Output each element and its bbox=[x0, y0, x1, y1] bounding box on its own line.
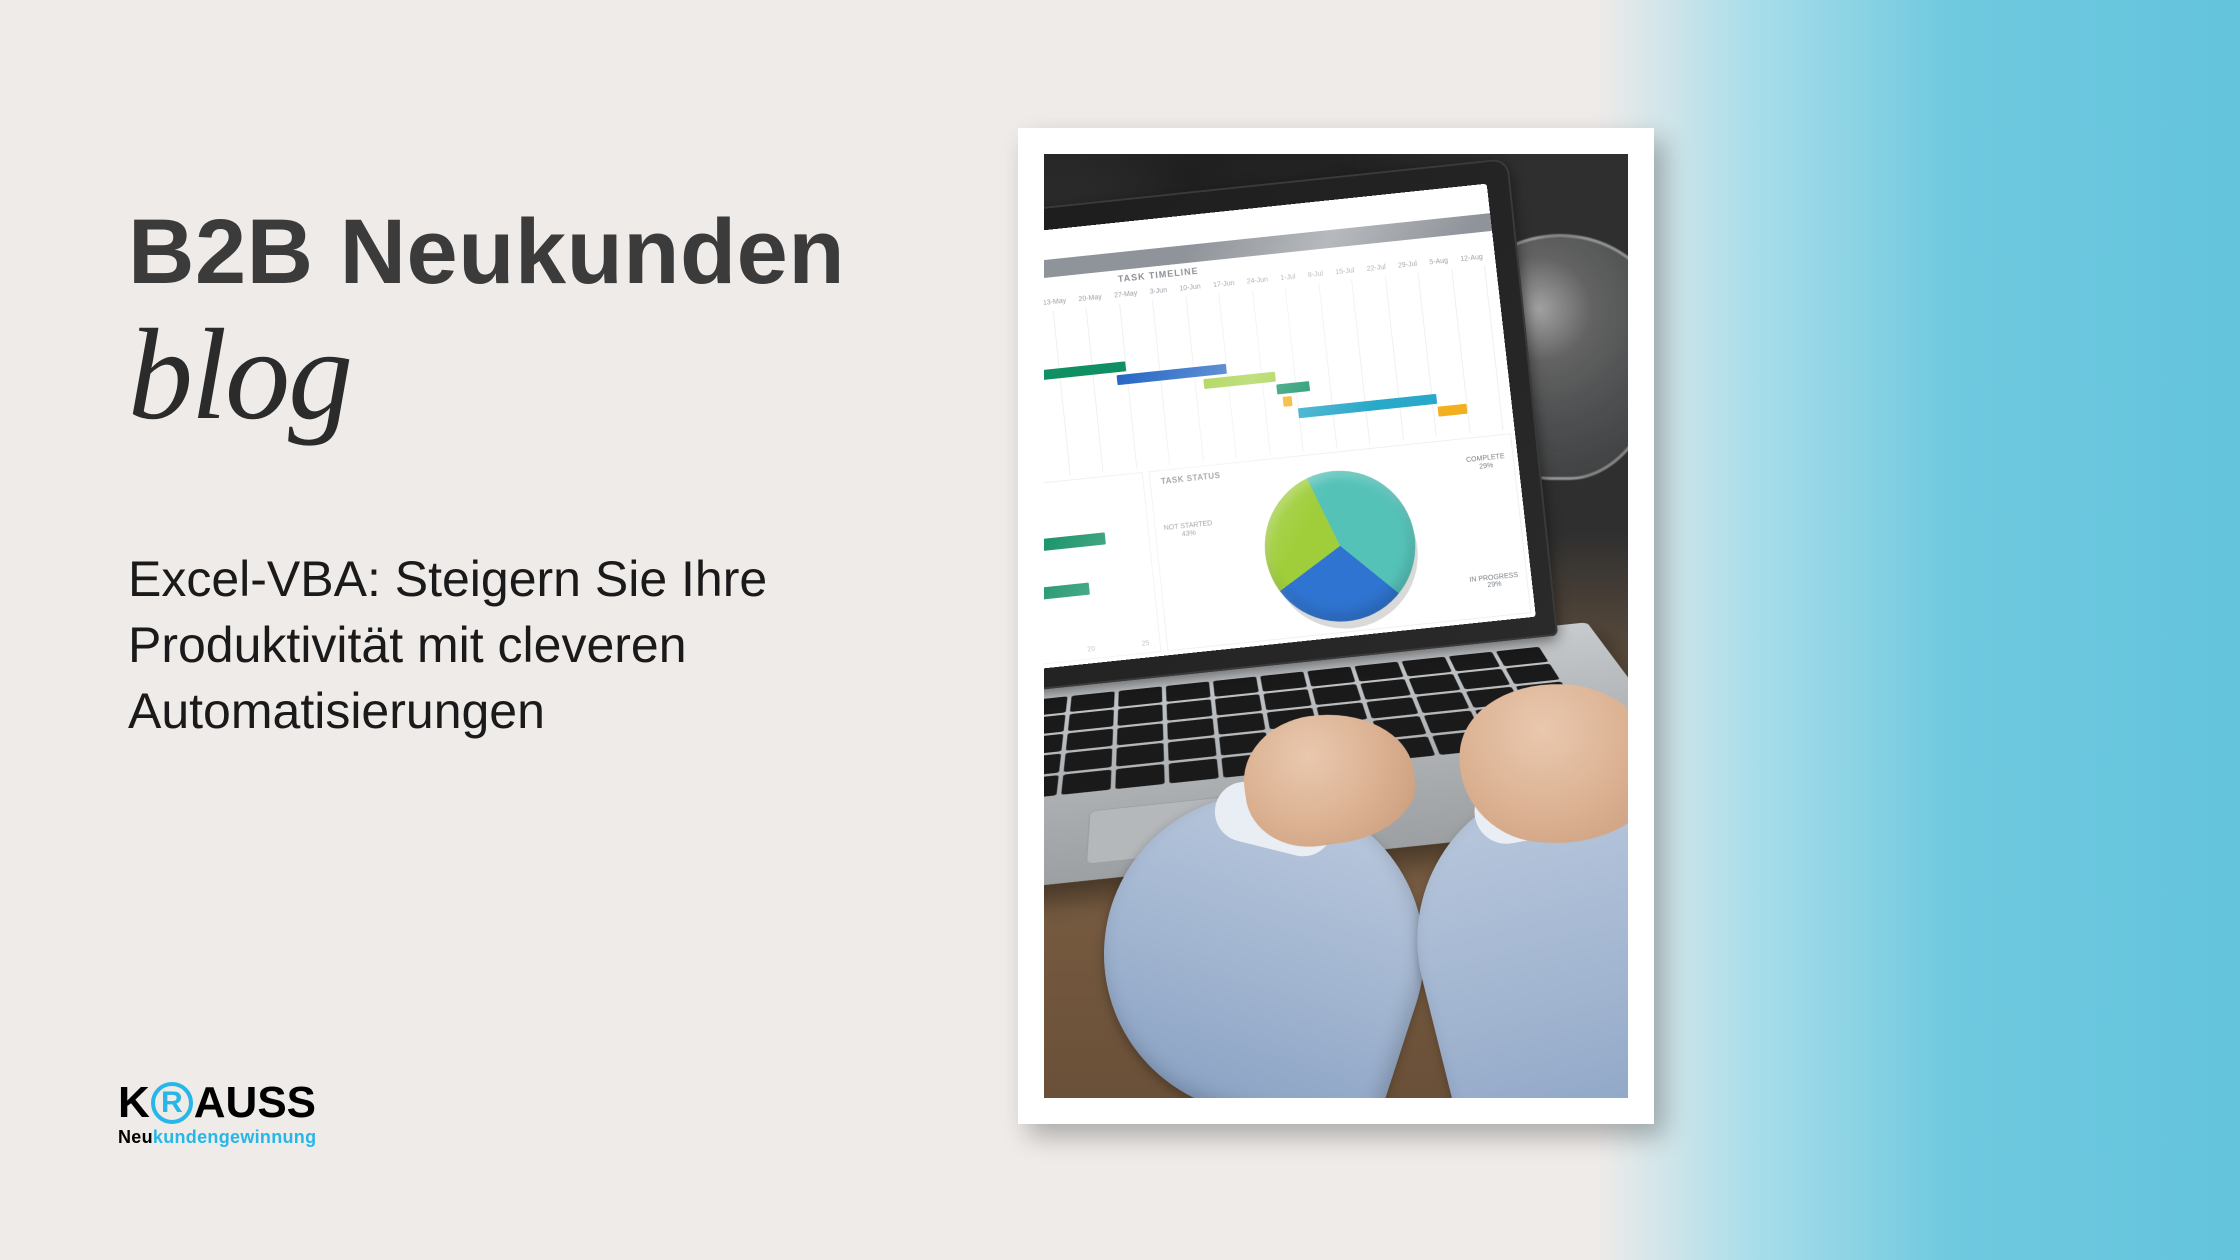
logo-letter-pre: K bbox=[118, 1081, 150, 1125]
pie-label-not-started: NOT STARTED 43% bbox=[1163, 520, 1213, 540]
hero-photo: BOARD TASK TIMELINE 1-Apr8-Apr15-Apr22-A… bbox=[1044, 154, 1628, 1098]
logo-sub-rest: kundengewinnung bbox=[153, 1127, 317, 1147]
pie-panel: TASK STATUS COMPLETE 29% NOT STARTED bbox=[1149, 433, 1532, 651]
laptop-screen: BOARD TASK TIMELINE 1-Apr8-Apr15-Apr22-A… bbox=[1044, 184, 1536, 688]
pie-graphic bbox=[1239, 445, 1441, 647]
gantt-bar bbox=[1276, 381, 1310, 394]
pie-label-complete: COMPLETE 29% bbox=[1466, 453, 1506, 472]
gantt-bar bbox=[1437, 404, 1467, 417]
bars-panel: AYS PER PROJECT 0510152025 bbox=[1044, 472, 1162, 683]
brand-logo-main: K R AUSS bbox=[118, 1081, 316, 1125]
logo-circled-letter: R bbox=[151, 1082, 193, 1124]
page-canvas: B2B Neukunden blog Excel-VBA: Steigern S… bbox=[0, 0, 2240, 1260]
gantt-bar bbox=[1298, 394, 1437, 418]
article-title: Excel-VBA: Steigern Sie Ihre Produktivit… bbox=[128, 546, 908, 744]
blog-heading-script: blog bbox=[128, 300, 351, 450]
hero-photo-card: BOARD TASK TIMELINE 1-Apr8-Apr15-Apr22-A… bbox=[1018, 128, 1654, 1124]
gantt-bar bbox=[1044, 361, 1126, 381]
brand-logo-sub: Neukundengewinnung bbox=[118, 1127, 316, 1148]
pie-label-in-progress: IN PROGRESS 29% bbox=[1469, 572, 1519, 593]
brand-logo: K R AUSS Neukundengewinnung bbox=[118, 1081, 316, 1148]
blog-heading-main: B2B Neukunden bbox=[128, 200, 845, 305]
dashboard-lower-row: AYS PER PROJECT 0510152025 TASK STATUS C… bbox=[1044, 433, 1531, 683]
logo-sub-bold: Neu bbox=[118, 1127, 153, 1147]
logo-letter-post: AUSS bbox=[194, 1081, 316, 1125]
right-gradient-panel bbox=[1596, 0, 2240, 1260]
gantt-bar bbox=[1282, 396, 1293, 407]
laptop-screen-frame: BOARD TASK TIMELINE 1-Apr8-Apr15-Apr22-A… bbox=[1044, 158, 1558, 711]
pie-chart: COMPLETE 29% NOT STARTED 43% IN PROGRESS bbox=[1150, 434, 1530, 650]
timeline-title: TASK TIMELINE bbox=[1117, 266, 1199, 284]
